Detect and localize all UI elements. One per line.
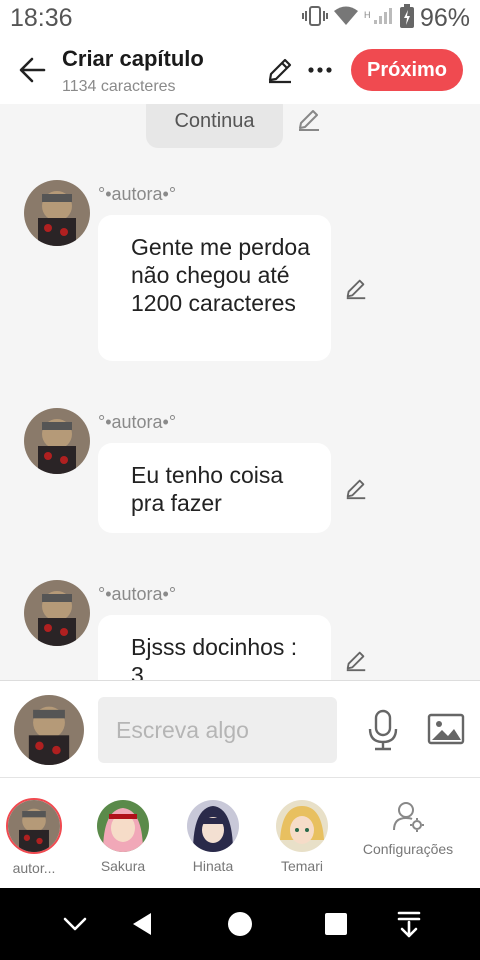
nav-recents-button[interactable] bbox=[316, 904, 356, 944]
character-name: autor... bbox=[12, 860, 56, 876]
edit-message-button[interactable] bbox=[344, 276, 368, 305]
author-avatar[interactable] bbox=[24, 408, 90, 474]
wifi-icon bbox=[333, 6, 358, 31]
character-name: Sakura bbox=[100, 858, 146, 874]
avatar-image bbox=[24, 580, 90, 646]
status-time: 18:36 bbox=[10, 4, 73, 32]
home-circle-icon bbox=[228, 912, 252, 936]
composer-avatar[interactable] bbox=[14, 695, 84, 765]
author-avatar[interactable] bbox=[24, 180, 90, 246]
image-icon bbox=[427, 713, 465, 745]
vibrate-icon bbox=[301, 5, 328, 32]
pencil-icon bbox=[299, 110, 319, 131]
nav-home-button[interactable] bbox=[220, 904, 260, 944]
nav-notifications-button[interactable] bbox=[389, 904, 429, 944]
message-bubble[interactable]: Bjsss docinhos : 3 bbox=[98, 615, 331, 680]
author-name: °•autora•° bbox=[98, 184, 177, 204]
system-nav-bar bbox=[0, 888, 480, 960]
edit-title-button[interactable] bbox=[264, 54, 296, 86]
character-avatar bbox=[6, 798, 62, 854]
status-bar: 18:36 H 96% bbox=[0, 0, 480, 38]
pencil-icon bbox=[346, 651, 366, 672]
pull-down-icon bbox=[397, 911, 421, 938]
recents-square-icon bbox=[325, 913, 347, 935]
message-bubble[interactable]: Continua bbox=[146, 104, 283, 148]
app-header: Criar capítulo 1134 caracteres Próximo bbox=[0, 38, 480, 104]
settings-label: Configurações bbox=[362, 841, 454, 857]
battery-percent: 96% bbox=[419, 4, 470, 32]
microphone-icon bbox=[368, 709, 398, 751]
author-name: °•autora•° bbox=[98, 412, 177, 432]
user-settings-icon bbox=[393, 802, 424, 832]
author-name: °•autora•° bbox=[98, 584, 177, 604]
message-bubble[interactable]: Gente me perdoa não chegou até 1200 cara… bbox=[98, 215, 331, 361]
character-item-temari[interactable]: Temari bbox=[262, 798, 342, 874]
next-button[interactable]: Próximo bbox=[351, 49, 463, 91]
chevron-down-icon bbox=[63, 917, 87, 931]
chat-area[interactable]: Continua °•autora•° Gente me perdoa não … bbox=[0, 104, 480, 680]
battery-icon bbox=[399, 4, 414, 33]
avatar-image bbox=[24, 408, 90, 474]
avatar-image bbox=[14, 695, 84, 765]
edit-message-button[interactable] bbox=[344, 648, 368, 677]
more-options-button[interactable] bbox=[304, 54, 336, 86]
message-input[interactable] bbox=[98, 697, 337, 763]
voice-button[interactable] bbox=[363, 707, 403, 753]
character-avatar bbox=[187, 800, 239, 852]
pencil-icon bbox=[346, 479, 366, 500]
message-bubble[interactable]: Eu tenho coisa pra fazer bbox=[98, 443, 331, 533]
back-triangle-icon bbox=[133, 913, 151, 935]
back-arrow-icon bbox=[19, 57, 46, 83]
svg-text:H: H bbox=[364, 10, 371, 20]
pencil-icon bbox=[346, 279, 366, 300]
character-avatar bbox=[276, 800, 328, 852]
edit-message-button[interactable] bbox=[344, 476, 368, 505]
character-item-hinata[interactable]: Hinata bbox=[173, 798, 253, 874]
add-image-button[interactable] bbox=[426, 711, 466, 747]
character-selector: autor... Sakura Hinata Temari Configuraç… bbox=[0, 778, 480, 888]
page-title: Criar capítulo bbox=[62, 46, 204, 71]
signal-icon: H bbox=[364, 6, 394, 31]
character-name: Temari bbox=[280, 858, 323, 874]
settings-button[interactable]: Configurações bbox=[356, 800, 460, 857]
more-dots-icon bbox=[308, 67, 332, 73]
nav-collapse-button[interactable] bbox=[55, 904, 95, 944]
avatar-image bbox=[24, 180, 90, 246]
back-button[interactable] bbox=[14, 52, 50, 88]
nav-back-button[interactable] bbox=[122, 904, 162, 944]
message-composer bbox=[0, 680, 480, 778]
status-icons: H 96% bbox=[301, 4, 470, 33]
pencil-icon bbox=[268, 58, 292, 84]
edit-message-button[interactable] bbox=[296, 106, 322, 137]
character-name: Hinata bbox=[192, 858, 234, 874]
character-item-sakura[interactable]: Sakura bbox=[83, 798, 163, 874]
character-avatar bbox=[97, 800, 149, 852]
author-avatar[interactable] bbox=[24, 580, 90, 646]
character-item-author[interactable]: autor... bbox=[0, 798, 74, 876]
character-count: 1134 caracteres bbox=[62, 78, 176, 95]
